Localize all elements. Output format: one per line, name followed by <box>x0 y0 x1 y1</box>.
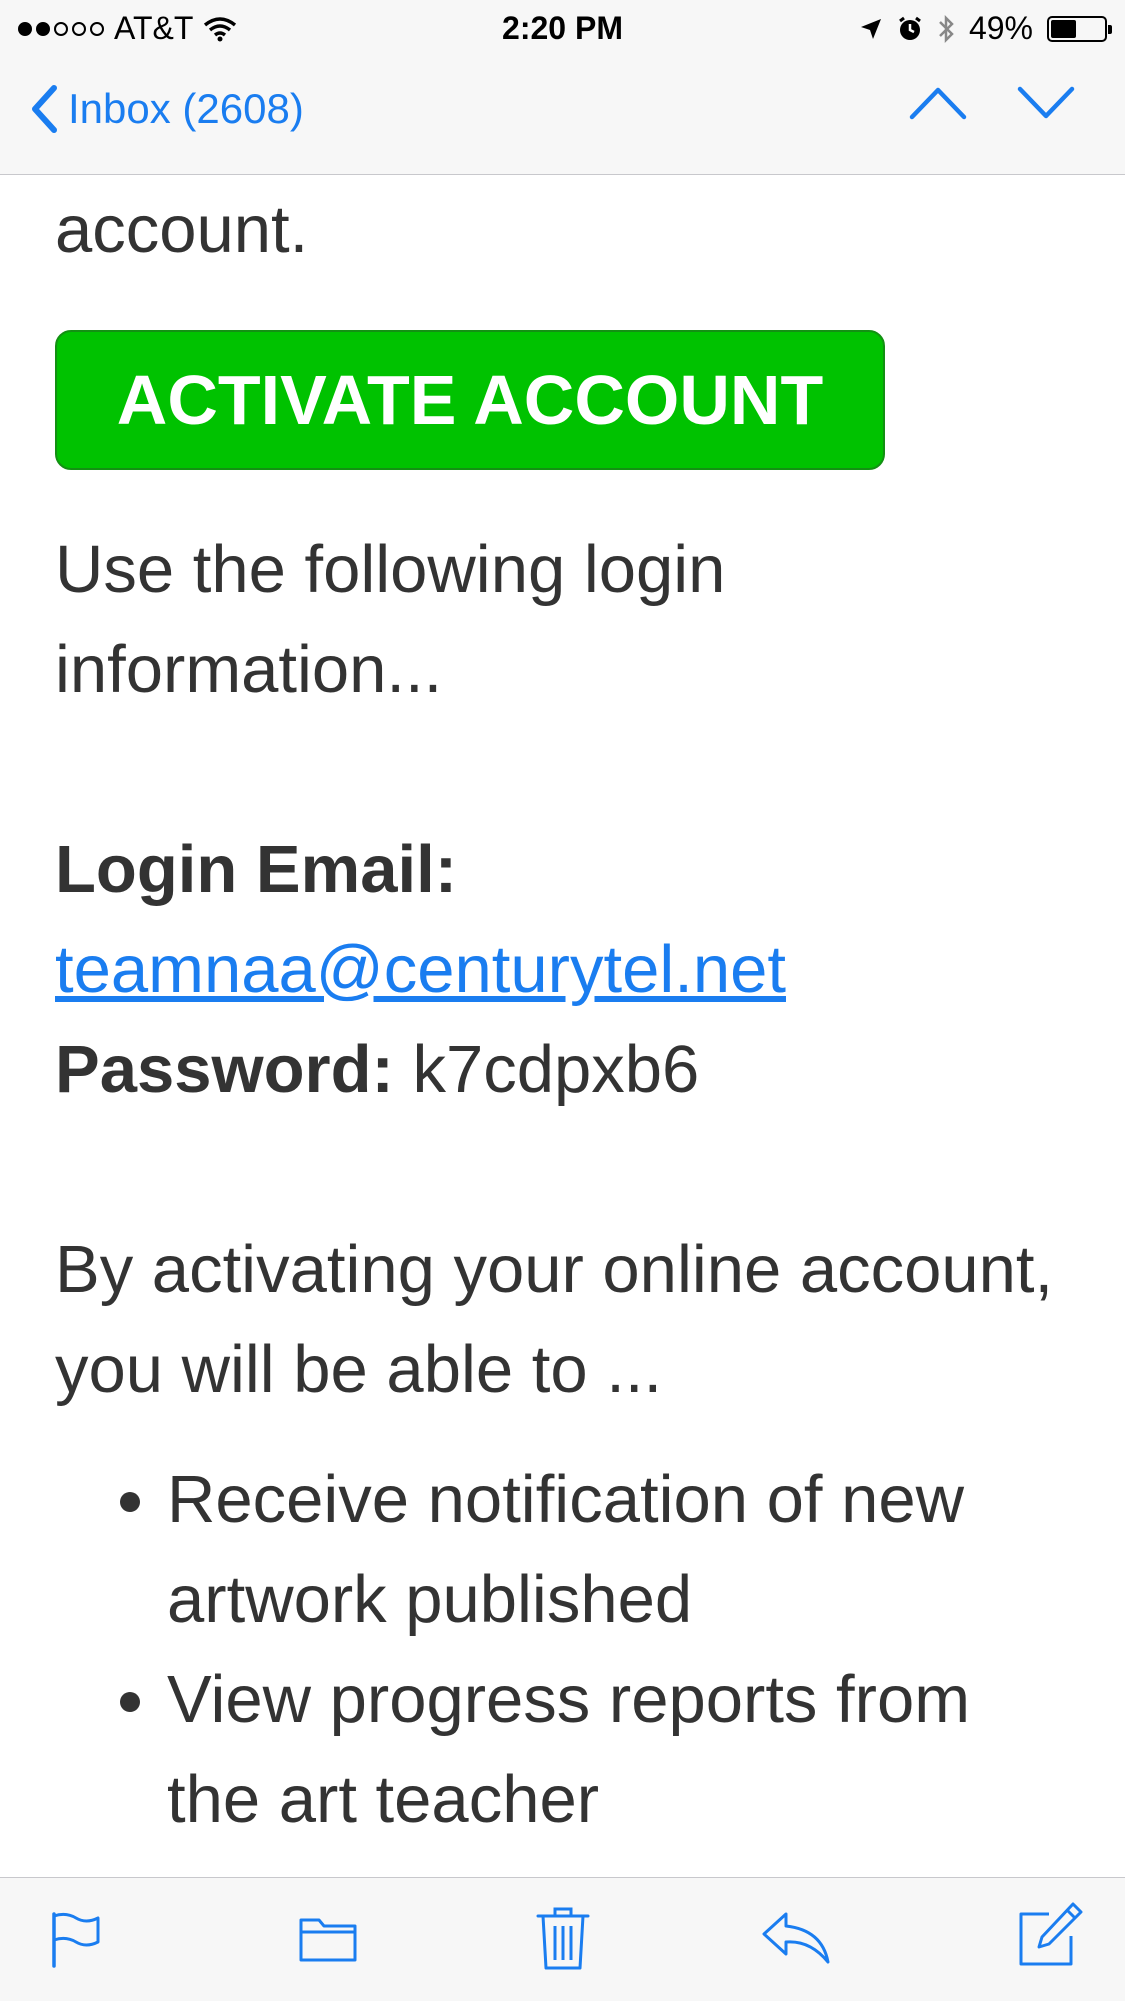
activating-text: By activating your online account, you w… <box>55 1232 1054 1407</box>
previous-message-button[interactable] <box>909 86 967 125</box>
reply-icon <box>762 1912 830 1964</box>
message-nav <box>909 86 1075 125</box>
flag-icon <box>52 1912 100 1968</box>
chevron-left-icon <box>32 85 57 133</box>
list-item: Receive notification of new artwork publ… <box>167 1450 1075 1650</box>
bottom-toolbar <box>0 1877 1125 2001</box>
battery-percent: 49% <box>968 10 1033 46</box>
status-right: 49% <box>859 10 1112 47</box>
bluetooth-icon <box>939 14 954 43</box>
flag-button[interactable] <box>50 1910 102 1973</box>
trash-icon <box>536 1907 590 1970</box>
battery-fill <box>1051 19 1076 38</box>
login-intro-text: Use the following login information... <box>55 532 726 707</box>
email-body: account. ACTIVATE ACCOUNT Use the follow… <box>55 175 1075 1850</box>
password-value: k7cdpxb6 <box>412 1032 700 1107</box>
chevron-up-icon <box>909 87 967 120</box>
list-item: View progress reports from the art teach… <box>167 1650 1075 1850</box>
back-to-inbox-button[interactable]: Inbox (2608) <box>30 84 304 134</box>
location-icon <box>860 18 881 39</box>
status-bar: AT&T 2:20 PM 49% <box>0 0 1125 56</box>
benefits-list: Receive notification of new artwork publ… <box>55 1450 1075 1850</box>
battery-icon <box>1047 15 1112 42</box>
folder-icon <box>299 1918 357 1962</box>
trash-button[interactable] <box>535 1904 591 1977</box>
password-label: Password: <box>55 1032 394 1107</box>
move-to-folder-button[interactable] <box>298 1910 358 1971</box>
reply-button[interactable] <box>760 1908 832 1973</box>
next-message-button[interactable] <box>1017 86 1075 125</box>
login-credentials: Login Email: teamnaa@centurytel.net Pass… <box>55 820 1075 1120</box>
back-label: Inbox (2608) <box>68 85 304 132</box>
compose-button[interactable] <box>1015 1900 1085 1975</box>
login-email-link[interactable]: teamnaa@centurytel.net <box>55 932 786 1007</box>
nav-bar: Inbox (2608) <box>0 56 1125 175</box>
login-email-label: Login Email: <box>55 832 457 907</box>
activate-account-button[interactable]: ACTIVATE ACCOUNT <box>55 330 885 470</box>
chevron-down-icon <box>1017 86 1075 119</box>
alarm-icon <box>899 16 921 40</box>
intro-tail-text: account. <box>55 192 309 267</box>
compose-icon <box>1019 1902 1083 1966</box>
